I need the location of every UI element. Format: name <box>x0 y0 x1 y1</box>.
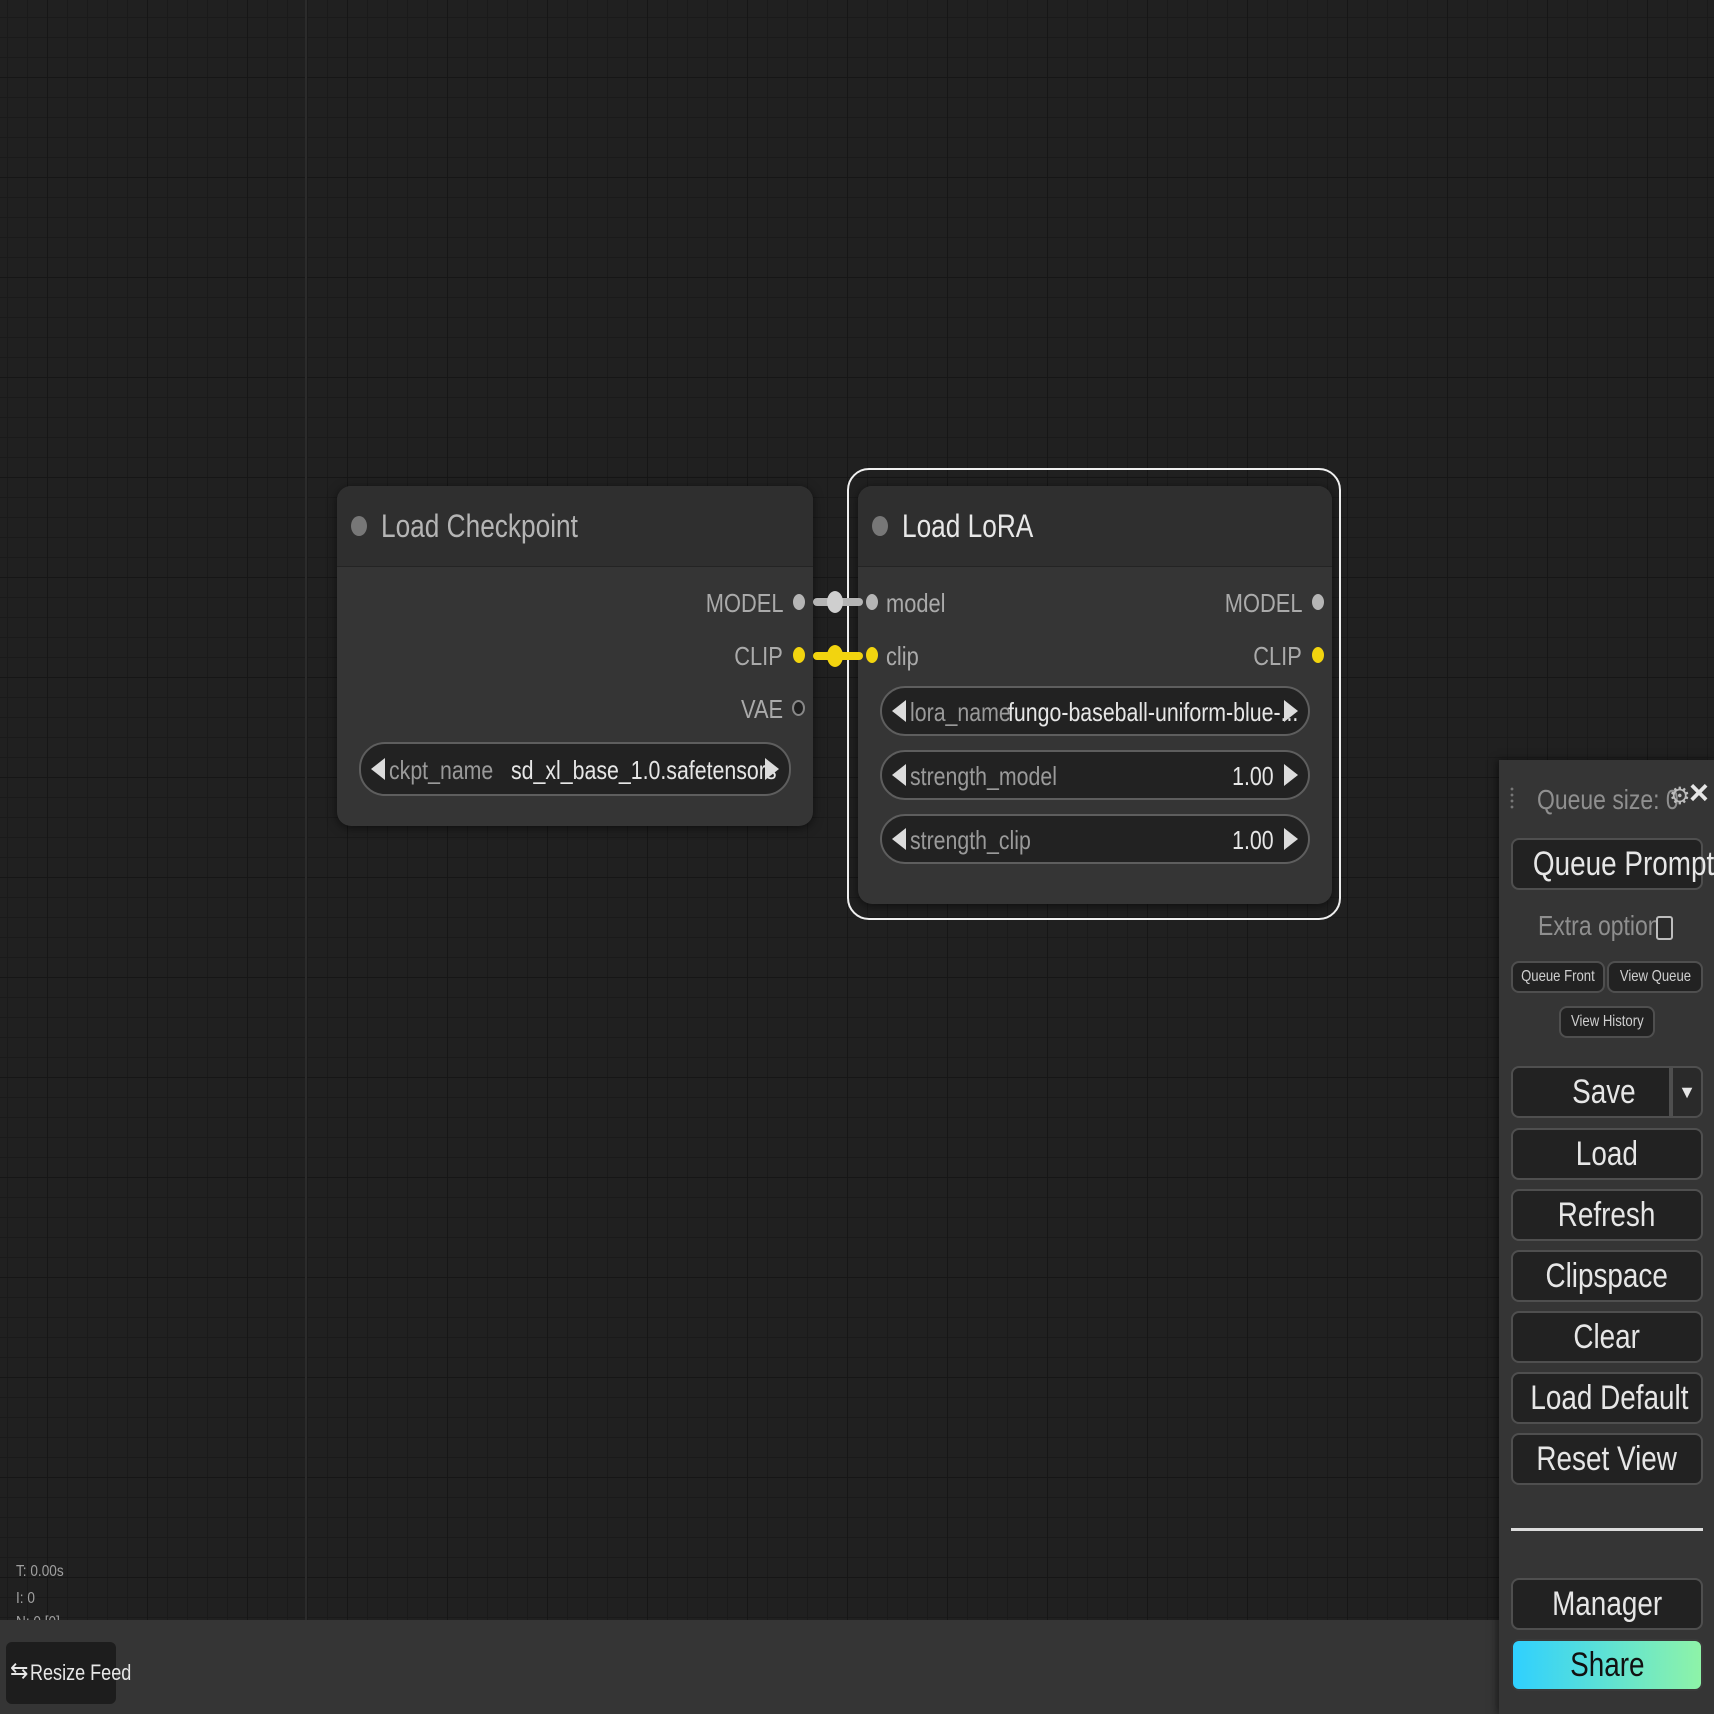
increment-arrow-icon[interactable] <box>1284 828 1298 850</box>
ckpt-name-widget[interactable]: ckpt_name sd_xl_base_1.0.safetensors <box>359 742 791 796</box>
output-model-slot[interactable] <box>793 594 805 610</box>
save-dropdown-button[interactable]: ▼ <box>1671 1066 1703 1118</box>
extra-options-checkbox[interactable] <box>1656 916 1673 940</box>
stats-items: I: 0 <box>16 1590 35 1607</box>
refresh-button[interactable]: Refresh <box>1511 1189 1703 1241</box>
queue-prompt-button[interactable]: Queue Prompt <box>1511 838 1714 890</box>
queue-prompt-label: Queue Prompt <box>1532 845 1714 883</box>
widget-value: 1.00 <box>1232 825 1274 855</box>
decrement-arrow-icon[interactable] <box>371 758 385 780</box>
output-clip-slot[interactable] <box>1312 647 1324 663</box>
widget-name: lora_name <box>910 697 1011 727</box>
increment-arrow-icon[interactable] <box>1284 764 1298 786</box>
output-clip-slot[interactable] <box>793 647 805 663</box>
refresh-label: Refresh <box>1558 1196 1656 1234</box>
resize-feed-label: Resize Feed <box>30 1660 132 1685</box>
resize-feed-button[interactable]: ⇆ Resize Feed <box>6 1642 131 1704</box>
widget-value: 1.00 <box>1232 761 1274 791</box>
output-clip-label: CLIP <box>734 641 783 671</box>
manager-label: Manager <box>1551 1585 1663 1623</box>
load-lora-node[interactable]: Load LoRA model clip MODEL CLIP lora_nam… <box>858 486 1332 904</box>
clear-label: Clear <box>1573 1318 1641 1356</box>
load-label: Load <box>1575 1135 1639 1173</box>
output-clip-label: CLIP <box>1253 641 1302 671</box>
decrement-arrow-icon[interactable] <box>892 764 906 786</box>
output-vae-label: VAE <box>740 694 783 724</box>
view-history-button[interactable]: View History <box>1559 1006 1655 1038</box>
drag-handle-icon[interactable] <box>1509 786 1515 810</box>
clear-button[interactable]: Clear <box>1511 1311 1703 1363</box>
decrement-arrow-icon[interactable] <box>892 700 906 722</box>
output-vae-slot[interactable] <box>792 700 805 716</box>
load-default-label: Load Default <box>1530 1379 1689 1417</box>
resize-icon: ⇆ <box>10 1658 29 1683</box>
node-title-bar[interactable]: Load Checkpoint <box>337 486 813 567</box>
model-link-knob[interactable] <box>827 591 843 613</box>
menu-divider <box>1511 1528 1703 1531</box>
side-menu: Queue size: 0 ⚙ × Queue Prompt Extra opt… <box>1499 760 1714 1714</box>
node-collapse-dot[interactable] <box>351 516 367 536</box>
extra-options-label: Extra options <box>1538 910 1673 941</box>
decrement-arrow-icon[interactable] <box>892 828 906 850</box>
view-queue-label: View Queue <box>1619 968 1691 985</box>
canvas-divider <box>305 0 307 1620</box>
node-title: Load Checkpoint <box>381 508 578 544</box>
clipspace-label: Clipspace <box>1545 1257 1669 1295</box>
view-queue-button[interactable]: View Queue <box>1607 961 1703 993</box>
output-model-slot[interactable] <box>1312 594 1324 610</box>
share-label: Share <box>1569 1646 1645 1684</box>
save-label: Save <box>1572 1073 1636 1111</box>
increment-arrow-icon[interactable] <box>1284 700 1298 722</box>
input-model-label: model <box>886 588 946 618</box>
widget-value: sd_xl_base_1.0.safetensors <box>511 755 777 785</box>
output-model-label: MODEL <box>705 588 783 618</box>
widget-value: fungo-baseball-uniform-blue-... <box>1008 697 1299 727</box>
load-checkpoint-node[interactable]: Load Checkpoint MODEL CLIP VAE ckpt_name… <box>337 486 813 826</box>
widget-name: strength_model <box>910 761 1057 791</box>
node-title: Load LoRA <box>902 508 1034 544</box>
node-title-bar[interactable]: Load LoRA <box>858 486 1332 567</box>
strength-model-widget[interactable]: strength_model 1.00 <box>880 750 1310 800</box>
view-history-label: View History <box>1570 1013 1644 1030</box>
gear-icon[interactable]: ⚙ <box>1669 782 1691 811</box>
lora-name-widget[interactable]: lora_name fungo-baseball-uniform-blue-..… <box>880 686 1310 736</box>
input-model-slot[interactable] <box>866 594 878 610</box>
clipspace-button[interactable]: Clipspace <box>1511 1250 1703 1302</box>
load-button[interactable]: Load <box>1511 1128 1703 1180</box>
queue-front-label: Queue Front <box>1521 968 1595 985</box>
queue-size-text: Queue size: 0 <box>1537 784 1679 815</box>
stats-time: T: 0.00s <box>16 1563 64 1580</box>
bottom-bar <box>0 1620 1499 1714</box>
share-button[interactable]: Share <box>1511 1639 1703 1691</box>
input-clip-label: clip <box>886 641 919 671</box>
clip-link-knob[interactable] <box>827 645 843 667</box>
input-clip-slot[interactable] <box>866 647 878 663</box>
increment-arrow-icon[interactable] <box>765 758 779 780</box>
save-button[interactable]: Save <box>1511 1066 1671 1118</box>
queue-front-button[interactable]: Queue Front <box>1511 961 1605 993</box>
chevron-down-icon: ▼ <box>1678 1082 1696 1102</box>
widget-name: ckpt_name <box>389 755 494 785</box>
node-collapse-dot[interactable] <box>872 516 888 536</box>
reset-view-button[interactable]: Reset View <box>1511 1433 1703 1485</box>
manager-button[interactable]: Manager <box>1511 1578 1703 1630</box>
load-default-button[interactable]: Load Default <box>1511 1372 1703 1424</box>
strength-clip-widget[interactable]: strength_clip 1.00 <box>880 814 1310 864</box>
output-model-label: MODEL <box>1224 588 1302 618</box>
reset-view-label: Reset View <box>1536 1440 1678 1478</box>
close-icon[interactable]: × <box>1689 774 1709 813</box>
widget-name: strength_clip <box>910 825 1031 855</box>
